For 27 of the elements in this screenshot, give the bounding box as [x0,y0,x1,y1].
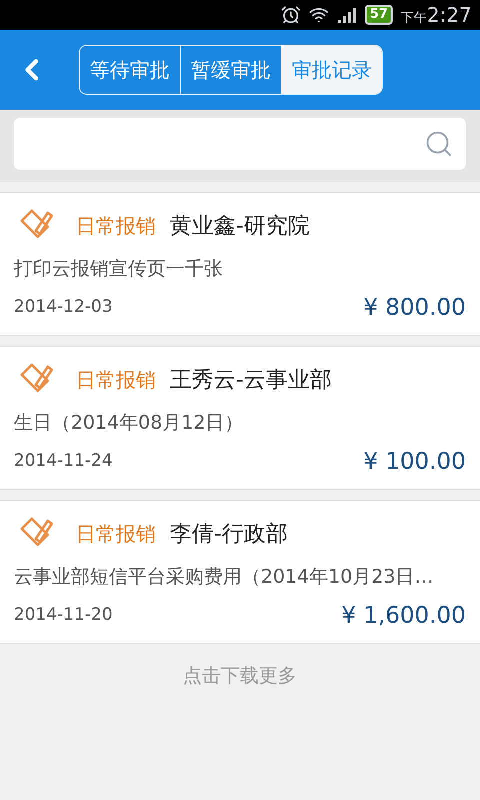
description-text: 云事业部短信平台采购费用（2014年10月23日… [14,565,434,590]
amount-text: ¥ 100.00 [364,448,466,476]
amount-text: ¥ 1,600.00 [342,602,466,630]
category-label: 日常报销 [76,521,156,548]
record-card[interactable]: 日常报销 王秀云-云事业部 生日（2014年08月12日） 2014-11-24 ¥ 100.00 [0,346,480,490]
amount-text: ¥ 800.00 [364,294,466,322]
search-icon [424,129,454,159]
date-text: 2014-11-20 [14,604,113,627]
battery-indicator: 57 [364,5,394,25]
applicant-name: 李倩-行政部 [170,520,288,548]
date-text: 2014-12-03 [14,296,113,319]
record-card[interactable]: 日常报销 李倩-行政部 云事业部短信平台采购费用（2014年10月23日… 2014-11-20 ¥ 1,600.00 [0,500,480,644]
applicant-name: 黄业鑫-研究院 [170,212,310,240]
alarm-icon [280,5,301,25]
category-label: 日常报销 [76,367,156,394]
load-more-button[interactable]: 点击下载更多 [183,654,297,698]
signal-icon [336,7,357,23]
date-text: 2014-11-24 [14,450,113,473]
tab[interactable]: 审批记录 [281,46,382,94]
clock-time: 2:27 [427,2,472,29]
category-label: 日常报销 [76,213,156,240]
description-text: 生日（2014年08月12日） [14,411,244,436]
record-card[interactable]: 日常报销 黄业鑫-研究院 打印云报销宣传页一千张 2014-12-03 ¥ 800.00 [0,192,480,336]
applicant-name: 王秀云-云事业部 [170,366,332,394]
search-field[interactable] [14,118,466,170]
time-prefix: 下午 [401,10,428,28]
description-text: 打印云报销宣传页一千张 [14,257,223,282]
